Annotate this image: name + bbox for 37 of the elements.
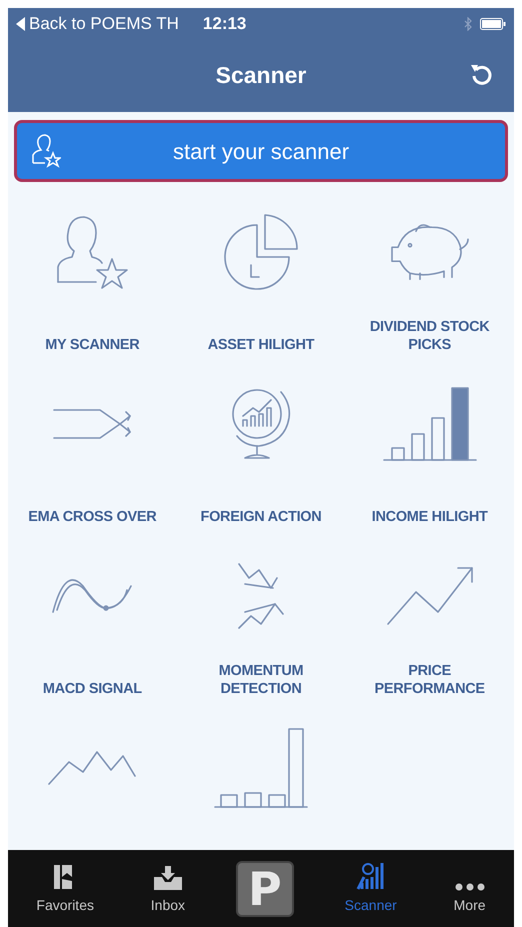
bar-chart-icon <box>382 386 478 462</box>
crossing-lines-icon <box>52 408 132 440</box>
momentum-lines-icon <box>236 562 285 630</box>
back-arrow-icon <box>16 17 25 31</box>
scanner-bars-icon <box>356 861 386 891</box>
refresh-button[interactable] <box>470 62 494 86</box>
zigzag-line-icon <box>47 750 138 786</box>
scanner-label[interactable]: INCOME HILIGHT <box>368 476 492 526</box>
scanner-label[interactable]: ASSET HILIGHT <box>204 304 318 354</box>
status-time: 12:13 <box>202 13 246 36</box>
scanner-label[interactable]: EMA CROSS OVER <box>24 476 160 526</box>
logo-button[interactable]: P <box>236 860 294 916</box>
piggy-bank-icon <box>390 222 470 282</box>
tab-item[interactable]: Inbox <box>144 859 192 918</box>
back-link[interactable]: Back to POEMS TH <box>16 11 179 37</box>
tab-item[interactable]: Favorites <box>30 859 100 918</box>
screen-title: Scanner <box>216 62 306 90</box>
scanner-label[interactable]: MACD SIGNAL <box>38 648 146 698</box>
sine-waves-icon <box>51 578 134 614</box>
tab-item[interactable]: More <box>448 859 492 918</box>
inbox-download-icon <box>152 865 183 891</box>
bar-chart-icon <box>212 727 309 809</box>
more-dots-icon <box>454 883 485 891</box>
person-star-icon <box>31 133 61 169</box>
scanner-label[interactable]: FOREIGN ACTION <box>196 476 326 526</box>
tab-item[interactable]: Scanner <box>338 859 403 918</box>
globe-chart-icon <box>230 388 292 460</box>
battery-icon <box>480 18 506 30</box>
pie-chart-icon <box>222 213 299 291</box>
bluetooth-icon <box>464 17 472 31</box>
scanner-label[interactable]: MY SCANNER <box>41 304 144 354</box>
scanner-label[interactable]: MOMENTUM DETECTION <box>186 648 336 698</box>
person-star-icon <box>56 214 129 290</box>
rising-arrow-icon <box>386 566 474 626</box>
start-scanner-button[interactable]: start your scanner <box>14 120 508 182</box>
scanner-label[interactable]: DIVIDEND STOCK PICKS <box>354 304 505 354</box>
scanner-label[interactable]: PRICE PERFORMANCE <box>354 648 505 698</box>
